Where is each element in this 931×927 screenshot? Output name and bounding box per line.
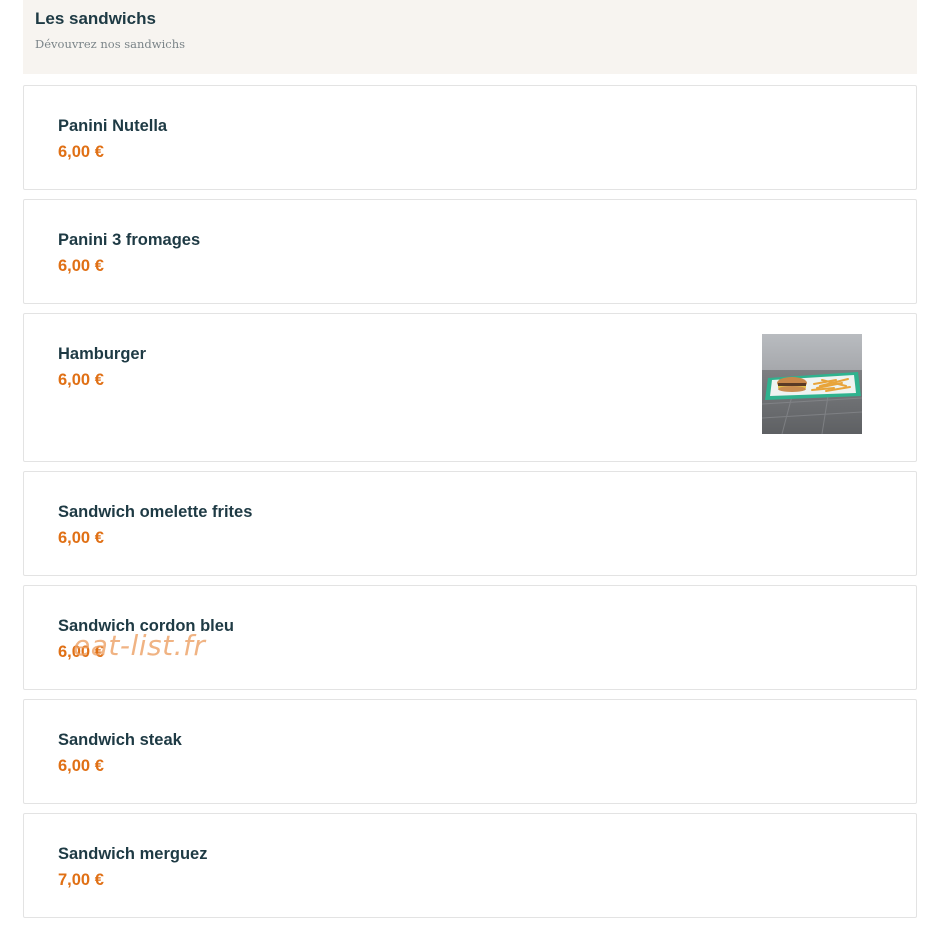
menu-item-list: Panini Nutella 6,00 € Panini 3 fromages … <box>23 85 917 927</box>
item-name: Sandwich steak <box>58 731 182 749</box>
category-subtitle: Dévouvrez nos sandwichs <box>35 37 186 51</box>
item-name: Panini Nutella <box>58 117 168 135</box>
item-price: 7,00 € <box>58 871 104 889</box>
category-title: Les sandwichs <box>35 9 156 28</box>
menu-item[interactable]: Sandwich omelette frites 6,00 € <box>23 471 917 576</box>
item-price: 6,00 € <box>58 371 104 389</box>
menu-item[interactable]: Panini Nutella 6,00 € <box>23 85 917 190</box>
item-name: Sandwich cordon bleu <box>58 617 235 635</box>
item-name: Sandwich omelette frites <box>58 503 253 521</box>
menu-item[interactable]: Hamburger 6,00 € <box>23 313 917 462</box>
item-name: Hamburger <box>58 345 147 363</box>
menu-item[interactable]: Sandwich cordon bleu 6,00 € <box>23 585 917 690</box>
category-header: Les sandwichs Dévouvrez nos sandwichs <box>23 0 917 74</box>
item-price: 6,00 € <box>58 529 104 547</box>
menu-item[interactable]: Sandwich merguez 7,00 € <box>23 813 917 918</box>
item-name: Panini 3 fromages <box>58 231 201 249</box>
menu-item[interactable]: Panini 3 fromages 6,00 € <box>23 199 917 304</box>
burger-fries-photo[interactable] <box>762 334 862 434</box>
menu-item[interactable]: Sandwich steak 6,00 € <box>23 699 917 804</box>
burger-fries-image <box>762 334 862 434</box>
item-price: 6,00 € <box>58 643 104 661</box>
item-price: 6,00 € <box>58 257 104 275</box>
item-price: 6,00 € <box>58 143 104 161</box>
item-price: 6,00 € <box>58 757 104 775</box>
item-name: Sandwich merguez <box>58 845 208 863</box>
